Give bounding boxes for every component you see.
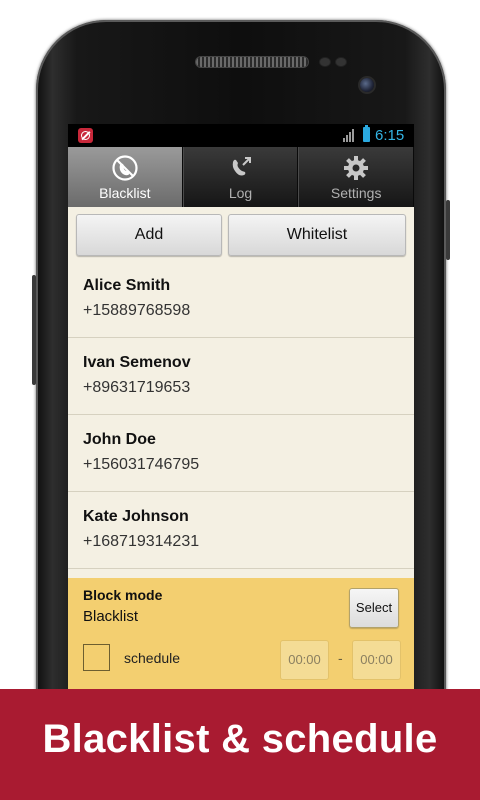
promo-banner: Blacklist & schedule [0, 689, 480, 800]
list-item[interactable]: Alice Smith +15889768598 [68, 261, 414, 338]
blocker-notification-icon [78, 128, 93, 143]
status-clock: 6:15 [375, 127, 405, 144]
blacklist-list: Alice Smith +15889768598 Ivan Semenov +8… [68, 261, 414, 569]
schedule-checkbox[interactable] [83, 644, 110, 671]
battery-icon [363, 125, 370, 142]
block-mode-title: Block mode [83, 587, 163, 603]
signal-icon [343, 129, 357, 142]
earpiece-speaker [196, 57, 308, 67]
list-item[interactable]: Ivan Semenov +89631719653 [68, 338, 414, 415]
add-button[interactable]: Add [76, 214, 222, 256]
whitelist-button[interactable]: Whitelist [228, 214, 406, 256]
volume-button [32, 275, 36, 385]
contact-name: Alice Smith [83, 277, 171, 294]
tab-log[interactable]: Log [182, 147, 299, 207]
tab-label: Settings [330, 185, 382, 201]
block-mode-value: Blacklist [83, 608, 139, 625]
action-buttons: Add Whitelist [68, 207, 414, 261]
time-separator: - [338, 650, 343, 666]
light-sensor [336, 58, 346, 66]
proximity-sensor [320, 58, 330, 66]
contact-name: Kate Johnson [83, 508, 189, 525]
schedule-start-time[interactable]: 00:00 [280, 640, 329, 680]
contact-phone: +168719314231 [83, 533, 200, 550]
status-bar: 6:15 [68, 124, 414, 147]
gear-icon [344, 156, 369, 180]
tab-label: Blacklist [99, 185, 151, 201]
power-button [446, 200, 450, 260]
call-log-icon [232, 157, 251, 176]
banner-caption: Blacklist & schedule [42, 717, 438, 761]
contact-phone: +89631719653 [83, 379, 191, 396]
tab-blacklist[interactable]: Blacklist [68, 147, 183, 207]
list-item[interactable]: Kate Johnson +168719314231 [68, 492, 414, 569]
contact-name: Ivan Semenov [83, 354, 191, 371]
list-item[interactable]: John Doe +156031746795 [68, 415, 414, 492]
contact-phone: +15889768598 [83, 302, 191, 319]
schedule-end-time[interactable]: 00:00 [352, 640, 401, 680]
front-camera [360, 78, 374, 92]
blocked-call-icon [112, 155, 138, 181]
contact-phone: +156031746795 [83, 456, 200, 473]
tab-label: Log [228, 185, 253, 201]
tab-settings[interactable]: Settings [298, 147, 414, 207]
select-mode-button[interactable]: Select [349, 588, 399, 628]
tab-bar: Blacklist Log Settings [68, 147, 414, 207]
contact-name: John Doe [83, 431, 156, 448]
schedule-label: schedule [124, 650, 181, 666]
